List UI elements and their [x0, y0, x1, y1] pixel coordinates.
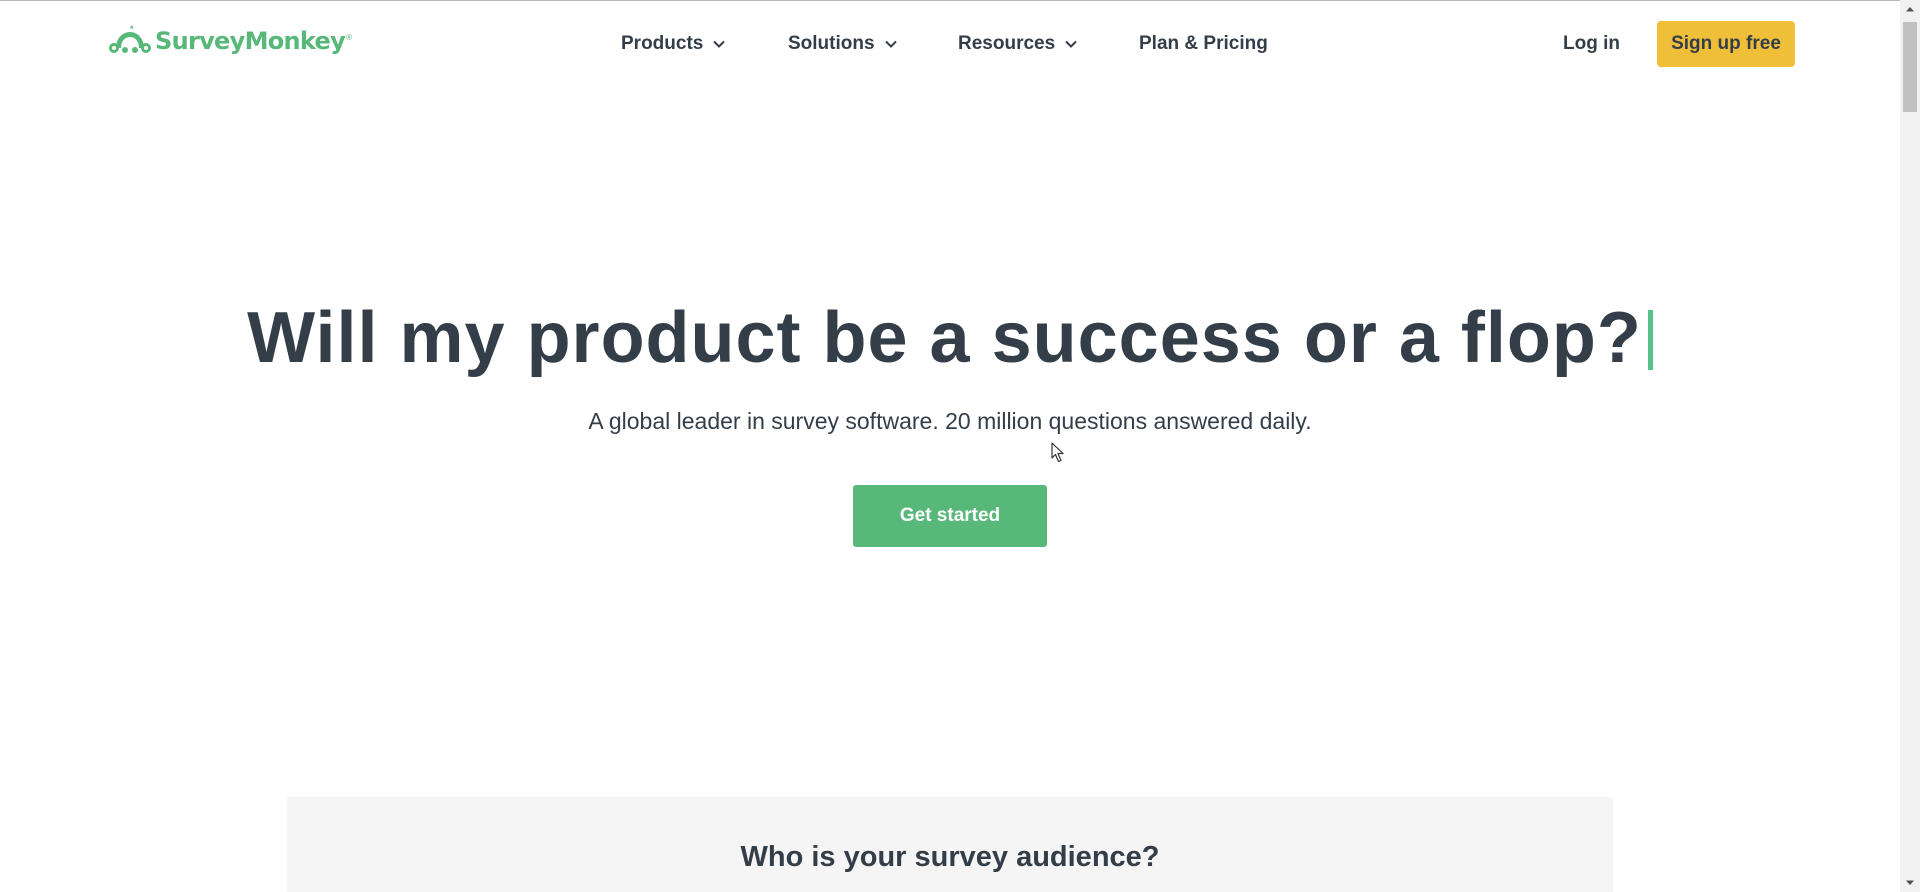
- nav-item-resources[interactable]: Resources: [958, 24, 1079, 64]
- scroll-down-arrow-icon[interactable]: [1900, 874, 1920, 892]
- nav-item-products[interactable]: Products: [621, 24, 727, 64]
- get-started-button[interactable]: Get started: [853, 485, 1047, 547]
- logo-wordmark: SurveyMonkey: [155, 27, 346, 55]
- nav-item-label: Solutions: [788, 33, 875, 54]
- audience-section: Who is your survey audience?: [287, 797, 1613, 892]
- hero-title-text: Will my product be a success or a flop?: [247, 298, 1642, 378]
- logo-trademark: ®: [346, 33, 352, 42]
- login-link[interactable]: Log in: [1563, 24, 1620, 64]
- page: SurveyMonkey ® Products Solutions Resour…: [0, 0, 1920, 892]
- surveymonkey-logo-icon: [109, 25, 151, 53]
- nav-item-label: Products: [621, 33, 704, 54]
- mouse-pointer-icon: [1051, 442, 1064, 463]
- nav-item-solutions[interactable]: Solutions: [788, 24, 899, 64]
- scroll-up-arrow-icon[interactable]: [1900, 0, 1920, 18]
- audience-title: Who is your survey audience?: [740, 841, 1160, 873]
- nav-item-label: Plan & Pricing: [1139, 33, 1268, 54]
- nav-item-label: Resources: [958, 33, 1056, 54]
- chevron-down-icon: [884, 40, 897, 48]
- vertical-scrollbar[interactable]: [1900, 0, 1920, 892]
- surveymonkey-logo[interactable]: SurveyMonkey ®: [106, 24, 352, 58]
- hero-title: Will my product be a success or a flop?: [0, 290, 1900, 386]
- hero-subtitle: A global leader in survey software. 20 m…: [588, 408, 1312, 434]
- scrollbar-thumb[interactable]: [1903, 22, 1917, 112]
- chevron-down-icon: [713, 40, 726, 48]
- nav-item-plan-pricing[interactable]: Plan & Pricing: [1139, 24, 1268, 64]
- chevron-down-icon: [1065, 40, 1077, 48]
- window-top-border: [0, 0, 1900, 1]
- sign-up-button[interactable]: Sign up free: [1657, 21, 1795, 67]
- typing-caret: [1647, 310, 1653, 370]
